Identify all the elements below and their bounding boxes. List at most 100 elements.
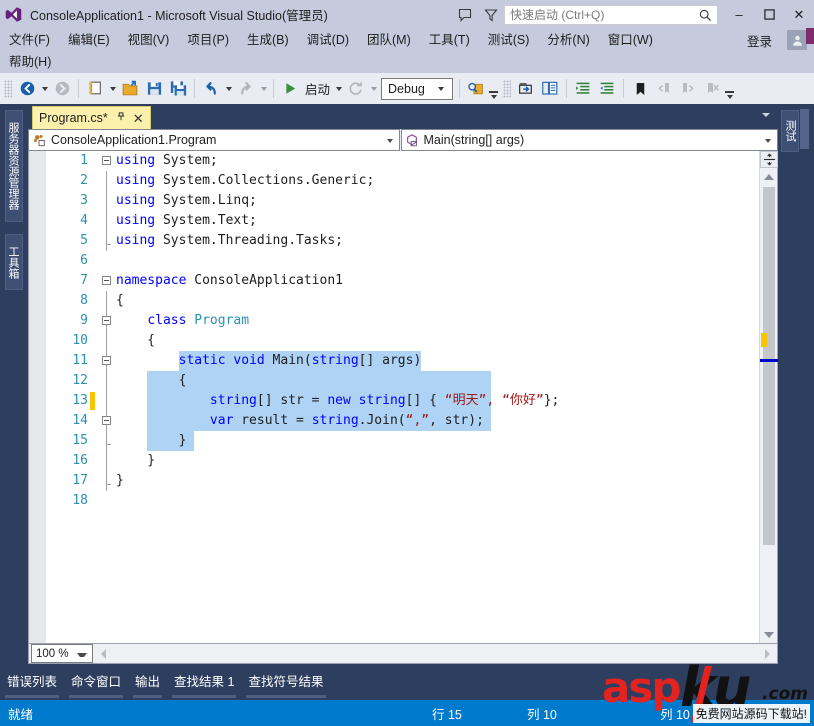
navbar-class-select[interactable]: ConsoleApplication1.Program <box>28 129 400 151</box>
feedback-bubble-icon[interactable] <box>452 0 478 29</box>
tab-list-chevron-icon[interactable] <box>762 113 770 117</box>
decrease-indent-icon[interactable] <box>595 77 619 101</box>
menu-item-analyze[interactable]: 分析(N) <box>538 29 598 51</box>
menu-item-test[interactable]: 测试(S) <box>479 29 539 51</box>
sidebar-item-test-explorer[interactable]: 测试 <box>781 110 799 152</box>
code-line[interactable]: 1 using System; <box>46 151 757 171</box>
minimize-button[interactable]: – <box>724 0 754 29</box>
scrollbar-thumb[interactable] <box>763 187 775 545</box>
new-project-dropdown[interactable] <box>107 77 118 101</box>
account-person-icon[interactable] <box>787 30 807 50</box>
pin-icon[interactable] <box>116 109 127 127</box>
outlining-guide-line <box>106 451 107 471</box>
open-file-folder-icon[interactable] <box>118 77 142 101</box>
code-line[interactable]: 12 { <box>46 371 757 391</box>
outlining-collapse-icon[interactable] <box>102 156 111 165</box>
increase-indent-icon[interactable] <box>571 77 595 101</box>
toolbar-overflow-icon[interactable] <box>724 79 735 103</box>
code-line[interactable]: 7 namespace ConsoleApplication1 <box>46 271 757 291</box>
menu-item-tools[interactable]: 工具(T) <box>420 29 479 51</box>
outlining-guide-line <box>106 211 107 231</box>
menu-item-window[interactable]: 窗口(W) <box>599 29 662 51</box>
navigate-back-icon[interactable] <box>15 77 39 101</box>
code-line[interactable]: 4 using System.Text; <box>46 211 757 231</box>
code-line[interactable]: 9 class Program <box>46 311 757 331</box>
outlining-collapse-icon[interactable] <box>102 316 111 325</box>
panel-tab-output[interactable]: 输出 <box>128 668 167 698</box>
code-editor[interactable]: 1 using System; 2 using System.Collections.… <box>28 151 778 644</box>
code-line[interactable]: 6 <box>46 251 757 271</box>
redo-dropdown[interactable] <box>258 77 269 101</box>
code-line[interactable]: 2 using System.Collections.Generic; <box>46 171 757 191</box>
code-line[interactable]: 16 } <box>46 451 757 471</box>
step-into-icon[interactable] <box>514 77 538 101</box>
start-debug-dropdown[interactable] <box>333 77 344 101</box>
navigate-forward-icon <box>50 77 74 101</box>
document-tab-program-cs[interactable]: Program.cs* ✕ <box>32 106 151 129</box>
find-in-files-icon[interactable] <box>464 77 488 101</box>
panel-tab-find-results-1[interactable]: 查找结果 1 <box>167 668 241 698</box>
editor-indicator-margin <box>29 151 46 643</box>
code-line[interactable]: 11 static void Main(string[] args) <box>46 351 757 371</box>
menu-item-file[interactable]: 文件(F) <box>0 29 59 51</box>
menu-item-edit[interactable]: 编辑(E) <box>59 29 119 51</box>
outlining-collapse-icon[interactable] <box>102 276 111 285</box>
quick-launch-search[interactable]: 快速启动 (Ctrl+Q) <box>504 4 718 25</box>
code-line[interactable]: 10 { <box>46 331 757 351</box>
editor-vertical-scrollbar[interactable] <box>759 151 778 643</box>
code-line[interactable]: 14 var result = string.Join(“,”, str); <box>46 411 757 431</box>
toolbar-separator-5 <box>566 79 568 98</box>
solution-configuration-value: Debug <box>388 81 425 96</box>
menu-item-view[interactable]: 视图(V) <box>119 29 179 51</box>
undo-dropdown[interactable] <box>223 77 234 101</box>
menu-item-help[interactable]: 帮助(H) <box>0 51 60 73</box>
menu-item-build[interactable]: 生成(B) <box>238 29 298 51</box>
menu-item-project[interactable]: 项目(P) <box>178 29 238 51</box>
scroll-up-arrow-icon[interactable] <box>760 169 778 185</box>
toolbar-grip-1[interactable] <box>4 79 12 98</box>
undo-arrow-icon[interactable] <box>199 77 223 101</box>
panel-tab-find-symbol-results[interactable]: 查找符号结果 <box>241 668 330 698</box>
start-debug-label[interactable]: 启动 <box>302 79 333 98</box>
menu-item-debug[interactable]: 调试(D) <box>298 29 358 51</box>
navbar-member-select[interactable]: Main(string[] args) <box>400 129 778 151</box>
scroll-right-arrow-icon[interactable] <box>759 645 775 663</box>
toolbar-grip-2[interactable] <box>503 79 512 98</box>
code-line[interactable]: 8{ <box>46 291 757 311</box>
compare-files-icon[interactable] <box>538 77 562 101</box>
save-all-icon[interactable] <box>166 77 190 101</box>
restart-dropdown[interactable] <box>368 77 379 101</box>
funnel-filter-icon[interactable] <box>478 0 504 29</box>
navigate-back-dropdown[interactable] <box>39 77 50 101</box>
code-line[interactable]: 18 <box>46 491 757 511</box>
code-text-area[interactable]: 1 using System; 2 using System.Collections.… <box>46 151 757 643</box>
sidebar-item-toolbox[interactable]: 工具箱 <box>5 234 23 290</box>
maximize-button[interactable] <box>754 0 784 29</box>
menu-item-team[interactable]: 团队(M) <box>358 29 420 51</box>
close-button[interactable]: ✕ <box>784 0 814 29</box>
split-view-icon[interactable] <box>760 151 778 168</box>
panel-tab-command-window[interactable]: 命令窗口 <box>64 668 128 698</box>
start-debug-play-icon[interactable] <box>278 77 302 101</box>
code-line[interactable]: 3 using System.Linq; <box>46 191 757 211</box>
new-project-icon[interactable] <box>83 77 107 101</box>
solution-configuration-select[interactable]: Debug <box>381 77 454 100</box>
panel-tab-error-list[interactable]: 错误列表 <box>0 668 64 698</box>
sidebar-item-server-explorer[interactable]: 服务器资源管理器 <box>5 110 23 222</box>
outlining-collapse-icon[interactable] <box>102 416 111 425</box>
editor-zoom-select[interactable]: 100 % <box>31 644 93 663</box>
find-toolbar-overflow[interactable] <box>488 79 499 103</box>
sign-in-button[interactable]: 登录 <box>747 31 772 50</box>
bookmark-icon[interactable] <box>628 77 652 101</box>
code-line[interactable]: 5 using System.Threading.Tasks; <box>46 231 757 251</box>
outlining-guide-line <box>106 171 107 191</box>
outlining-collapse-icon[interactable] <box>102 356 111 365</box>
code-line[interactable]: 15 } <box>46 431 757 451</box>
status-bar: 就绪 行 15 列 10 列 10 <box>0 700 814 726</box>
scroll-down-arrow-icon[interactable] <box>760 627 778 643</box>
scroll-left-arrow-icon[interactable] <box>95 645 111 663</box>
save-icon[interactable] <box>142 77 166 101</box>
code-line[interactable]: 17} <box>46 471 757 491</box>
close-tab-icon[interactable]: ✕ <box>133 112 144 125</box>
code-line[interactable]: 13 string[] str = new string[] { “明天”, “… <box>46 391 757 411</box>
